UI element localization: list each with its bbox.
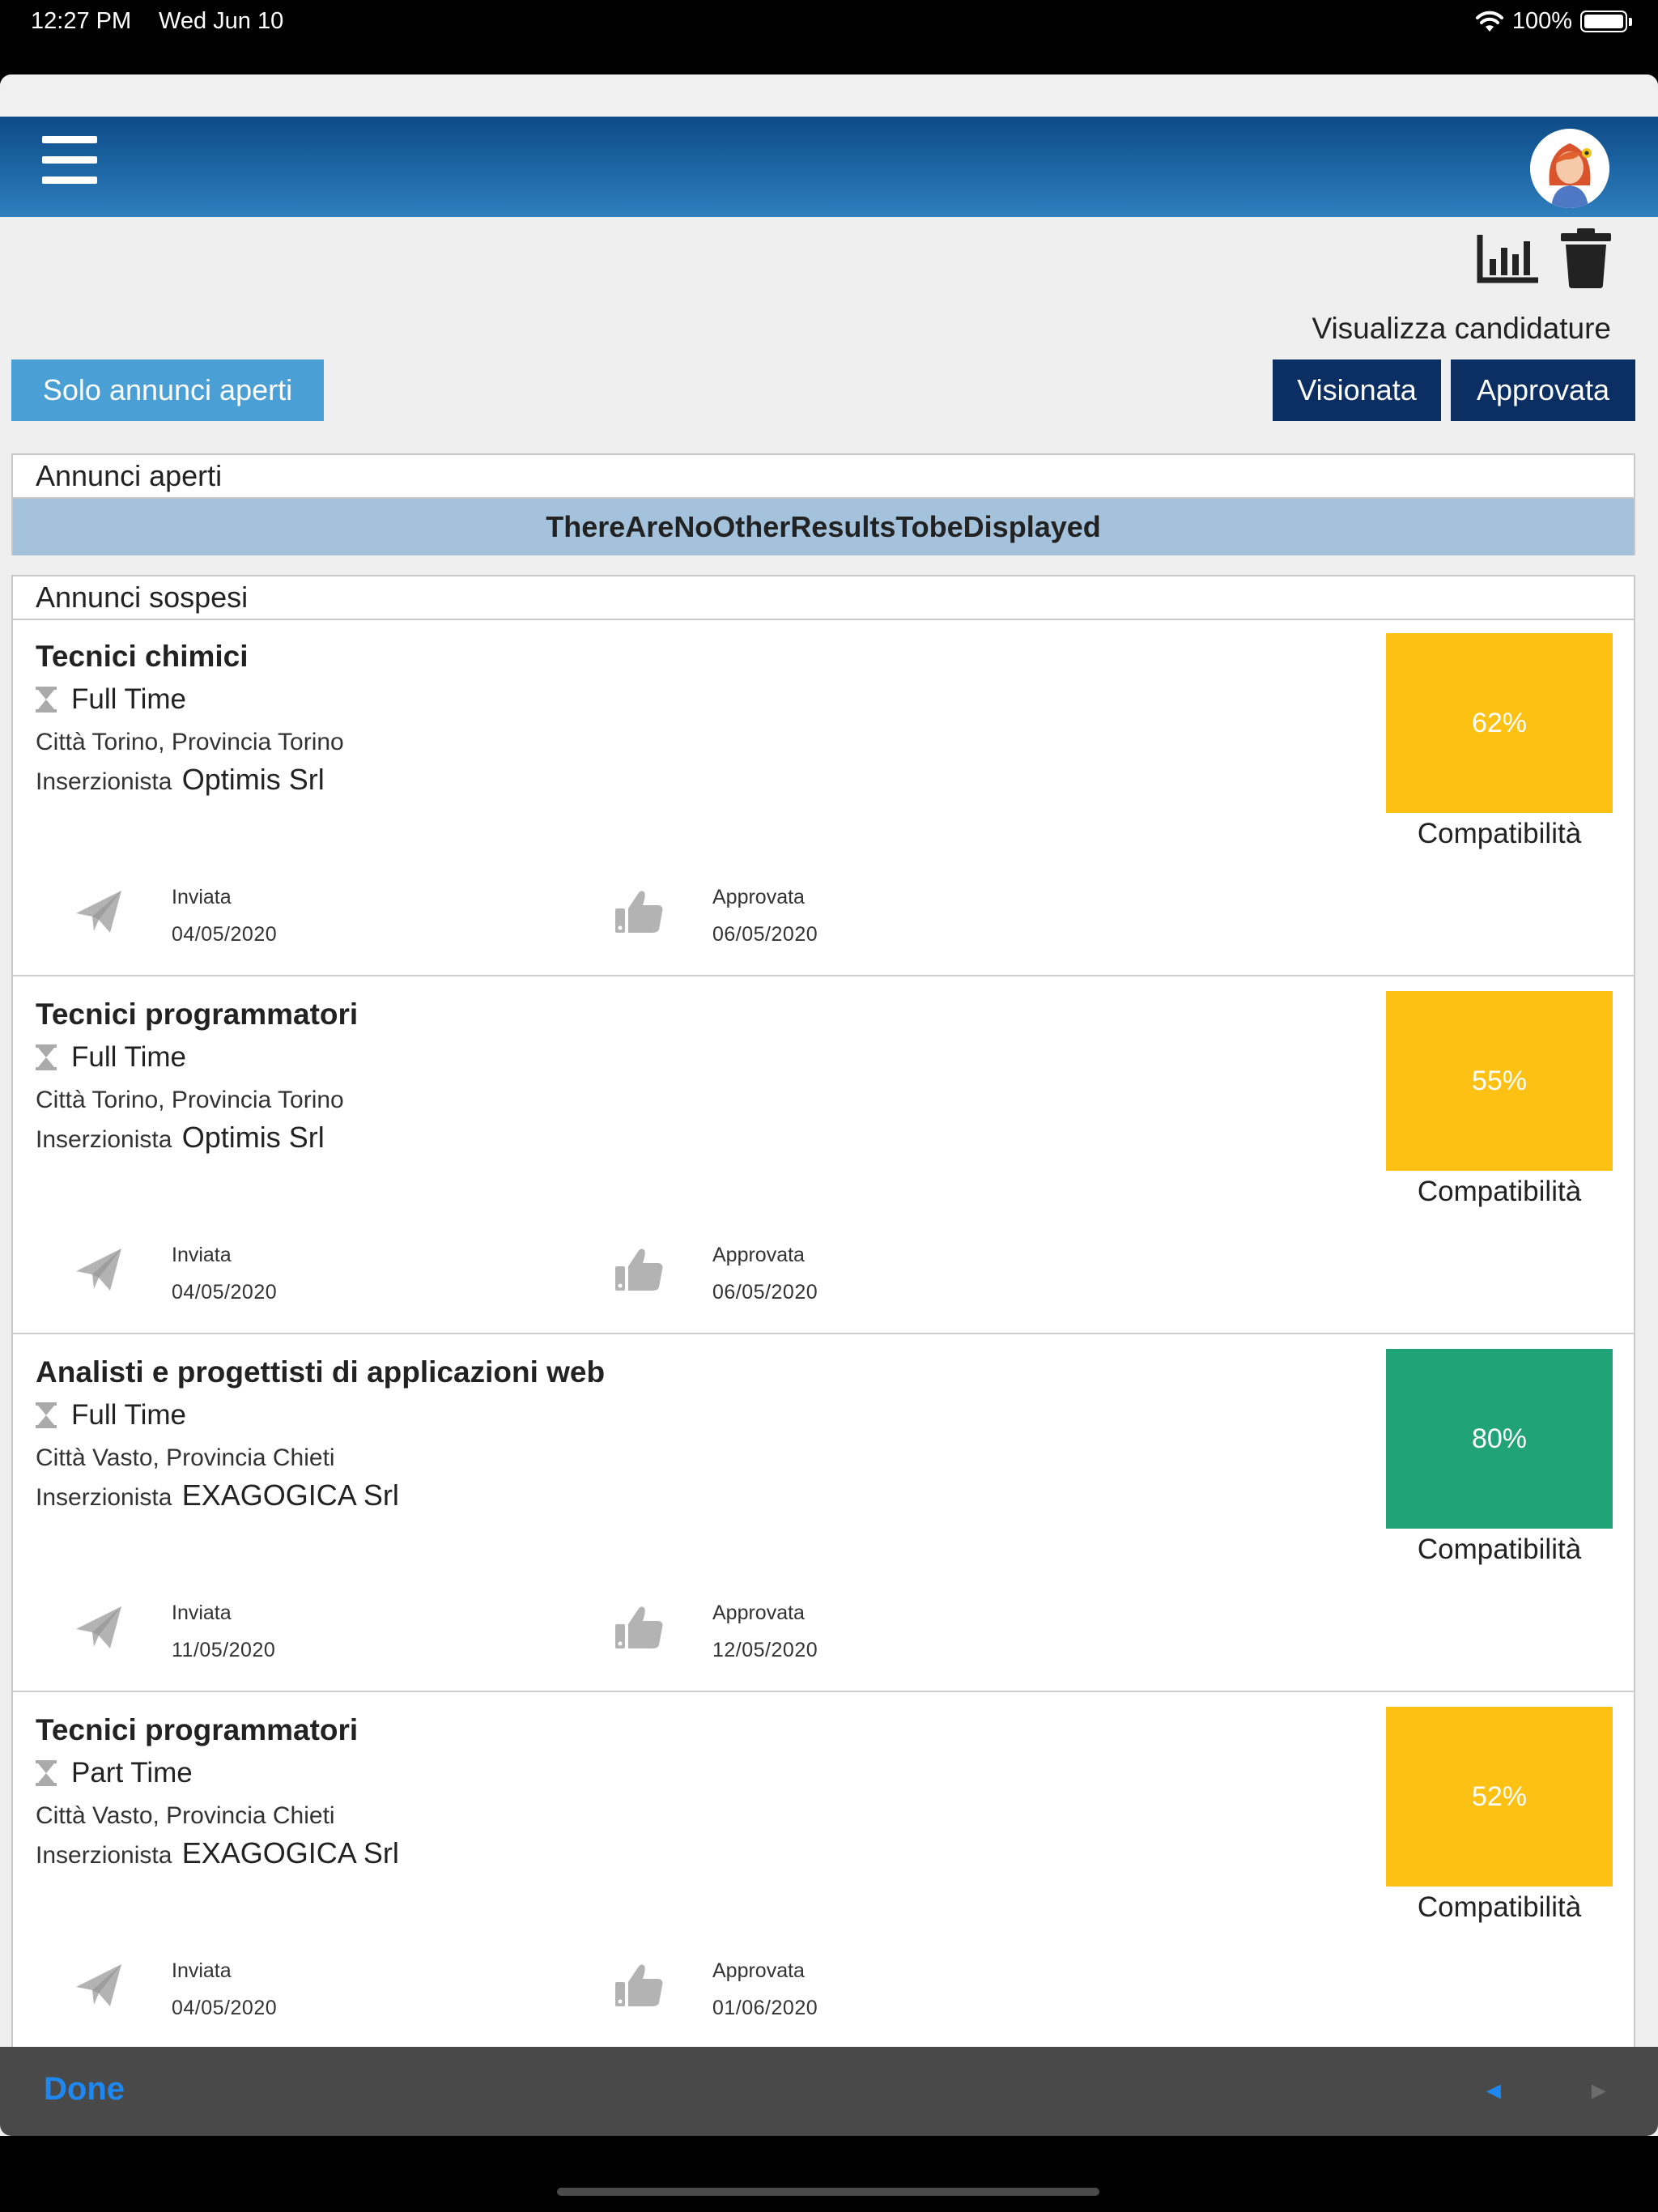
advertiser-label: Inserzionista bbox=[36, 1484, 172, 1511]
job-title: Tecnici programmatori bbox=[36, 998, 359, 1031]
annunci-aperti-panel: Annunci aperti ThereAreNoOtherResultsTob… bbox=[11, 453, 1635, 555]
bar-chart-icon[interactable] bbox=[1477, 233, 1540, 283]
visualizza-candidature-label: Visualizza candidature bbox=[1312, 312, 1611, 345]
job-advertiser: Inserzionista EXAGOGICA Srl bbox=[36, 1478, 399, 1512]
approved-date: 06/05/2020 bbox=[712, 1281, 818, 1304]
sent-date: 11/05/2020 bbox=[172, 1639, 276, 1661]
compatibility-badge: 55% bbox=[1386, 991, 1613, 1171]
approved-date: 06/05/2020 bbox=[712, 923, 818, 946]
annunci-aperti-title: Annunci aperti bbox=[13, 455, 1634, 499]
job-time-type: Part Time bbox=[36, 1757, 193, 1789]
job-title: Analisti e progettisti di applicazioni w… bbox=[36, 1355, 606, 1389]
sent-label: Inviata bbox=[172, 1959, 232, 1982]
status-right: 100% bbox=[1475, 8, 1632, 35]
job-card[interactable]: Analisti e progettisti di applicazioni w… bbox=[13, 1334, 1634, 1692]
thumbs-up-icon bbox=[614, 886, 665, 942]
paper-plane-icon bbox=[73, 1244, 125, 1300]
approved-date: 12/05/2020 bbox=[712, 1639, 818, 1661]
compatibility-badge: 62% bbox=[1386, 633, 1613, 813]
previous-arrow-icon[interactable]: ◄ bbox=[1482, 2078, 1506, 2105]
job-time-type: Full Time bbox=[36, 683, 186, 716]
hourglass-icon bbox=[36, 687, 71, 713]
status-time: 12:27 PM bbox=[31, 8, 132, 34]
solo-annunci-aperti-button[interactable]: Solo annunci aperti bbox=[11, 359, 324, 421]
sent-date: 04/05/2020 bbox=[172, 923, 278, 946]
thumbs-up-icon bbox=[614, 1244, 665, 1300]
advertiser-company: Optimis Srl bbox=[181, 763, 325, 796]
compatibility-label: Compatibilità bbox=[1417, 818, 1582, 849]
sheet-top-bar bbox=[0, 74, 1658, 117]
avatar-icon[interactable] bbox=[1530, 129, 1609, 208]
paper-plane-icon bbox=[73, 886, 125, 942]
compatibility-label: Compatibilità bbox=[1417, 1534, 1582, 1565]
battery-icon bbox=[1580, 11, 1632, 32]
web-sheet: Visualizza candidature Solo annunci aper… bbox=[0, 74, 1658, 2136]
job-time-type: Full Time bbox=[36, 1399, 186, 1431]
job-time-label: Full Time bbox=[71, 1399, 186, 1431]
paper-plane-icon bbox=[73, 1602, 125, 1657]
sent-date: 04/05/2020 bbox=[172, 1281, 278, 1304]
approvata-button[interactable]: Approvata bbox=[1451, 359, 1635, 421]
advertiser-label: Inserzionista bbox=[36, 768, 172, 795]
compatibility-badge: 52% bbox=[1386, 1707, 1613, 1887]
sent-label: Inviata bbox=[172, 1244, 232, 1266]
approved-label: Approvata bbox=[712, 1602, 805, 1624]
job-location: Città Torino, Provincia Torino bbox=[36, 729, 344, 755]
hourglass-icon bbox=[36, 1402, 71, 1428]
wifi-icon bbox=[1475, 11, 1503, 32]
advertiser-company: Optimis Srl bbox=[181, 1121, 325, 1154]
sent-label: Inviata bbox=[172, 1602, 232, 1624]
job-time-label: Full Time bbox=[71, 683, 186, 715]
trash-icon[interactable] bbox=[1559, 228, 1613, 288]
job-time-label: Full Time bbox=[71, 1041, 186, 1073]
job-card[interactable]: Tecnici programmatori Part Time Città Vast… bbox=[13, 1692, 1634, 2050]
job-card[interactable]: Tecnici programmatori Full Time Città Tori… bbox=[13, 976, 1634, 1334]
hamburger-icon[interactable] bbox=[42, 136, 97, 185]
advertiser-label: Inserzionista bbox=[36, 1842, 172, 1869]
job-location: Città Torino, Provincia Torino bbox=[36, 1087, 344, 1113]
compatibility-label: Compatibilità bbox=[1417, 1891, 1582, 1923]
no-results-message: ThereAreNoOtherResultsTobeDisplayed bbox=[13, 499, 1634, 555]
battery-percent: 100% bbox=[1511, 8, 1572, 34]
hourglass-icon bbox=[36, 1760, 71, 1786]
keyboard-accessory-bar: Done ◄ ► bbox=[0, 2047, 1658, 2136]
home-indicator bbox=[557, 2188, 1099, 2196]
approved-label: Approvata bbox=[712, 886, 805, 908]
sent-label: Inviata bbox=[172, 886, 232, 908]
done-button[interactable]: Done bbox=[44, 2071, 125, 2108]
compatibility-badge: 80% bbox=[1386, 1349, 1613, 1529]
status-bar: 12:27 PM Wed Jun 10 100% bbox=[0, 0, 1658, 74]
app-header bbox=[0, 117, 1658, 217]
advertiser-company: EXAGOGICA Srl bbox=[181, 1836, 399, 1870]
status-date: Wed Jun 10 bbox=[159, 8, 284, 34]
visionata-button[interactable]: Visionata bbox=[1273, 359, 1441, 421]
approved-label: Approvata bbox=[712, 1959, 805, 1982]
advertiser-company: EXAGOGICA Srl bbox=[181, 1478, 399, 1512]
compatibility-label: Compatibilità bbox=[1417, 1176, 1582, 1207]
annunci-sospesi-title: Annunci sospesi bbox=[13, 576, 1634, 620]
hourglass-icon bbox=[36, 1044, 71, 1070]
next-arrow-icon[interactable]: ► bbox=[1587, 2078, 1611, 2105]
sent-date: 04/05/2020 bbox=[172, 1997, 278, 2019]
approved-date: 01/06/2020 bbox=[712, 1997, 818, 2019]
advertiser-label: Inserzionista bbox=[36, 1126, 172, 1153]
job-advertiser: Inserzionista EXAGOGICA Srl bbox=[36, 1836, 399, 1870]
job-location: Città Vasto, Provincia Chieti bbox=[36, 1444, 335, 1471]
job-advertiser: Inserzionista Optimis Srl bbox=[36, 1121, 325, 1155]
paper-plane-icon bbox=[73, 1959, 125, 2015]
job-title: Tecnici programmatori bbox=[36, 1713, 359, 1746]
job-card[interactable]: Tecnici chimici Full Time Città Torino, Pr… bbox=[13, 619, 1634, 976]
thumbs-up-icon bbox=[614, 1959, 665, 2015]
job-time-type: Full Time bbox=[36, 1041, 186, 1074]
job-time-label: Part Time bbox=[71, 1757, 193, 1789]
job-location: Città Vasto, Provincia Chieti bbox=[36, 1802, 335, 1829]
thumbs-up-icon bbox=[614, 1602, 665, 1657]
job-title: Tecnici chimici bbox=[36, 640, 249, 673]
approved-label: Approvata bbox=[712, 1244, 805, 1266]
annunci-sospesi-panel: Annunci sospesi Tecnici chimici Full Time… bbox=[11, 575, 1635, 2136]
job-advertiser: Inserzionista Optimis Srl bbox=[36, 763, 325, 797]
